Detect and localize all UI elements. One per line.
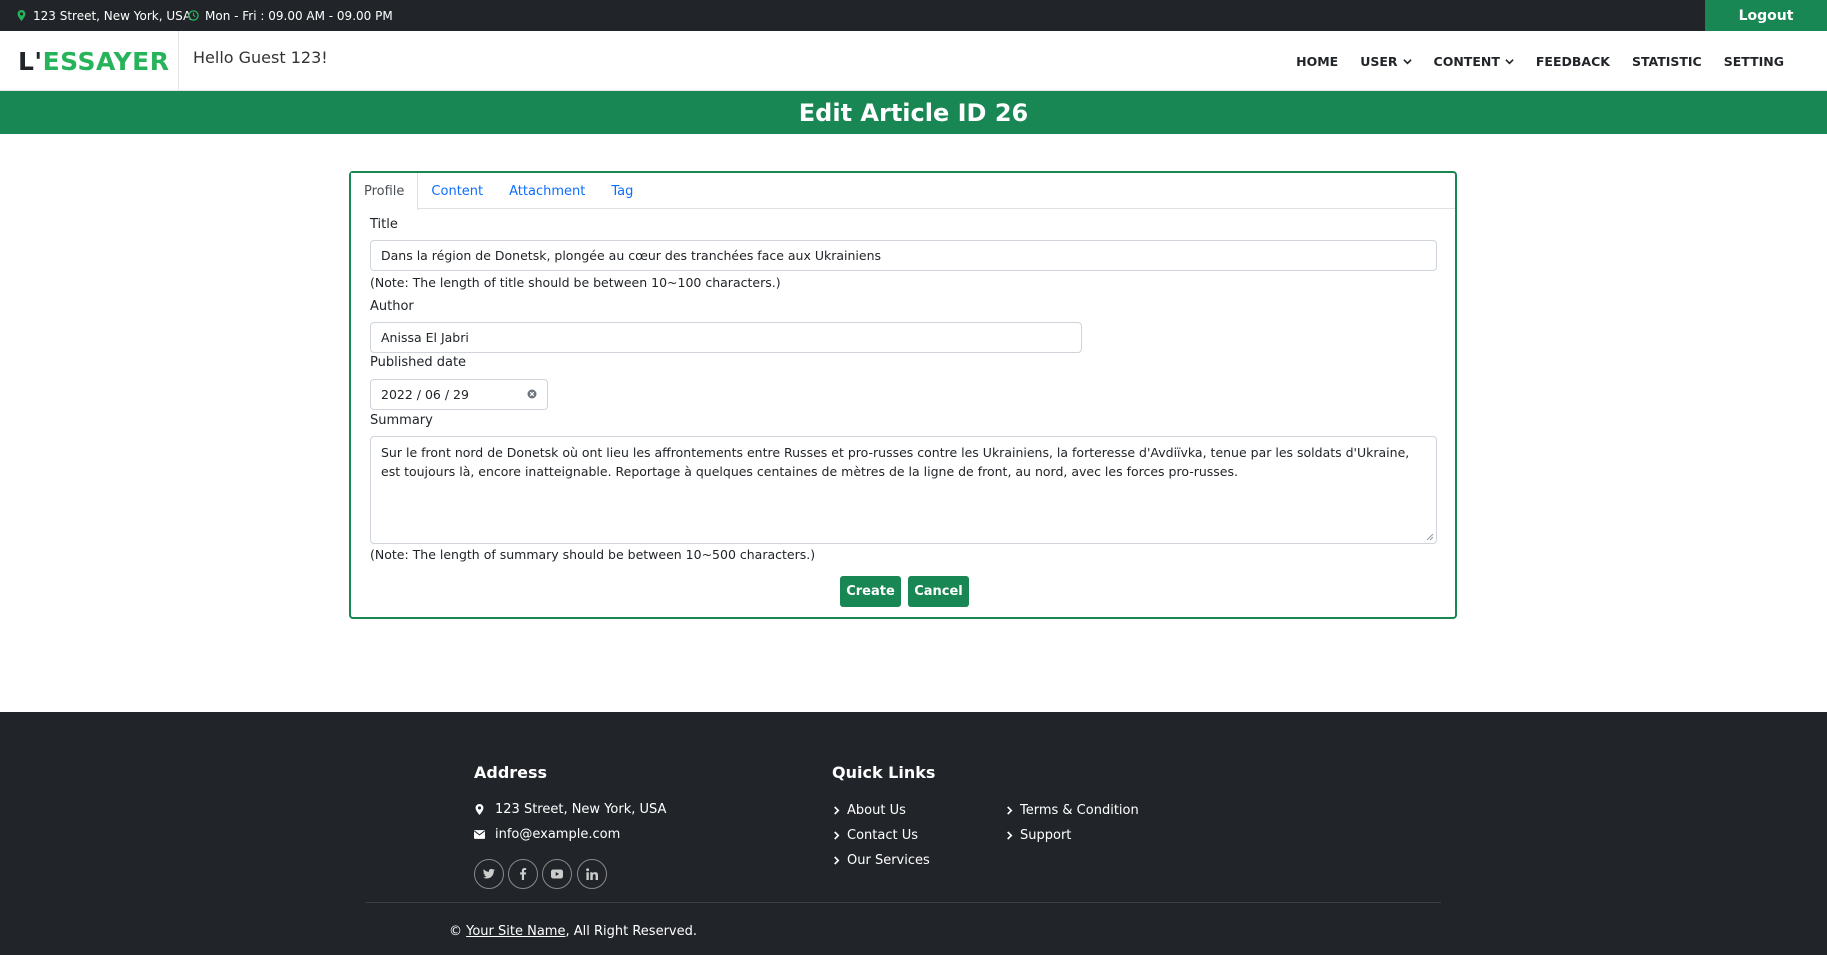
tab-profile[interactable]: Profile [351,173,419,210]
footer-address: 123 Street, New York, USA [474,802,666,817]
chevron-down-icon [1402,58,1412,64]
brand-divider [178,31,179,91]
footer-address-text: 123 Street, New York, USA [495,802,667,817]
nav-setting[interactable]: SETTING [1713,54,1795,69]
nav-statistic-label: STATISTIC [1631,53,1702,69]
title-input-value: Dans la région de Donetsk, plongée au cœ… [381,248,882,263]
greeting-text: Hello Guest 123! [193,48,328,67]
title-input[interactable]: Dans la région de Donetsk, plongée au cœ… [370,240,1437,271]
brand-logo-part2: ESSAYER [42,46,170,76]
chevron-right-icon [834,831,840,840]
footer-divider [366,902,1441,903]
footer: Address 123 Street, New York, USA info@e… [0,712,1827,955]
chevron-right-icon [1007,806,1013,815]
page-title: Edit Article ID 26 [798,98,1029,127]
copyright-symbol: © [449,924,462,939]
tab-tag[interactable]: Tag [598,173,646,209]
clear-icon[interactable] [527,389,537,399]
nav-home-label: HOME [1296,53,1339,69]
create-button[interactable]: Create [840,576,901,607]
nav-setting-label: SETTING [1723,53,1784,69]
author-input[interactable]: Anissa El Jabri [370,322,1082,353]
edit-article-card: Profile Content Attachment Tag Title Dan… [349,171,1457,619]
chevron-right-icon [834,806,840,815]
top-bar: 123 Street, New York, USA Mon - Fri : 09… [0,0,1827,31]
main-nav: HOME USER CONTENT FEEDBACK STATISTIC SET… [1285,31,1827,91]
nav-feedback-label: FEEDBACK [1535,53,1610,69]
footer-link-contact-label: Contact Us [847,828,918,843]
envelope-icon [474,830,485,839]
footer-link-contact[interactable]: Contact Us [832,828,918,843]
published-date-value: 2022 / 06 / 29 [381,387,469,402]
footer-link-support-label: Support [1020,828,1072,843]
topbar-hours-text: Mon - Fri : 09.00 AM - 09.00 PM [205,8,393,23]
footer-link-terms[interactable]: Terms & Condition [1005,803,1139,818]
title-label: Title [370,217,398,232]
summary-textarea-value: Sur le front nord de Donetsk où ont lieu… [381,445,1410,479]
linkedin-icon [586,868,598,880]
twitter-icon [483,868,495,879]
cancel-button[interactable]: Cancel [908,576,969,607]
author-input-value: Anissa El Jabri [381,330,469,345]
footer-link-services-label: Our Services [847,853,930,868]
tab-attachment[interactable]: Attachment [496,173,598,209]
nav-content[interactable]: CONTENT [1423,54,1525,69]
author-label: Author [370,299,414,314]
brand-logo-part1: L' [18,46,43,76]
nav-user[interactable]: USER [1349,54,1422,69]
nav-home[interactable]: HOME [1285,54,1349,69]
nav-content-label: CONTENT [1433,53,1500,69]
youtube-icon [551,869,563,879]
youtube-link[interactable] [542,859,572,889]
title-note: (Note: The length of title should be bet… [370,275,781,290]
footer-link-support[interactable]: Support [1005,828,1071,843]
published-date-label: Published date [370,355,467,370]
copyright: © Your Site Name, All Right Reserved. [449,924,697,939]
resize-grip-icon[interactable] [1426,533,1434,541]
published-date-input[interactable]: 2022 / 06 / 29 [370,379,548,410]
chevron-down-icon [1505,58,1514,64]
topbar-address: 123 Street, New York, USA [16,0,191,31]
copyright-suffix: , All Right Reserved. [565,924,697,939]
linkedin-link[interactable] [577,859,607,889]
navbar: L' ESSAYER Hello Guest 123! HOME USER CON… [0,31,1827,91]
footer-quick-links-heading: Quick Links [832,763,936,782]
nav-feedback[interactable]: FEEDBACK [1525,54,1621,69]
footer-email-text: info@example.com [495,827,621,842]
map-marker-icon [475,804,484,815]
topbar-address-text: 123 Street, New York, USA [33,8,192,23]
footer-link-about-label: About Us [847,803,906,818]
tab-content[interactable]: Content [418,173,496,209]
summary-note: (Note: The length of summary should be b… [370,547,816,562]
tab-bar: Profile Content Attachment Tag [351,173,1455,210]
summary-label: Summary [370,413,433,428]
facebook-link[interactable] [508,859,538,889]
topbar-hours: Mon - Fri : 09.00 AM - 09.00 PM [188,0,393,31]
map-marker-icon [17,10,26,21]
footer-email: info@example.com [474,827,620,842]
summary-textarea[interactable]: Sur le front nord de Donetsk où ont lieu… [370,436,1437,544]
clock-icon [188,10,199,21]
twitter-link[interactable] [474,859,504,889]
logout-button[interactable]: Logout [1705,0,1827,31]
chevron-right-icon [1007,831,1013,840]
footer-link-about[interactable]: About Us [832,803,906,818]
brand-logo[interactable]: L' ESSAYER [18,31,169,91]
footer-address-heading: Address [474,763,548,782]
footer-link-services[interactable]: Our Services [832,853,930,868]
nav-statistic[interactable]: STATISTIC [1621,54,1713,69]
page-banner: Edit Article ID 26 [0,91,1827,134]
chevron-right-icon [834,856,840,865]
footer-link-terms-label: Terms & Condition [1020,803,1139,818]
nav-user-label: USER [1360,53,1398,69]
site-name-link[interactable]: Your Site Name [466,924,565,939]
facebook-icon [520,868,527,880]
